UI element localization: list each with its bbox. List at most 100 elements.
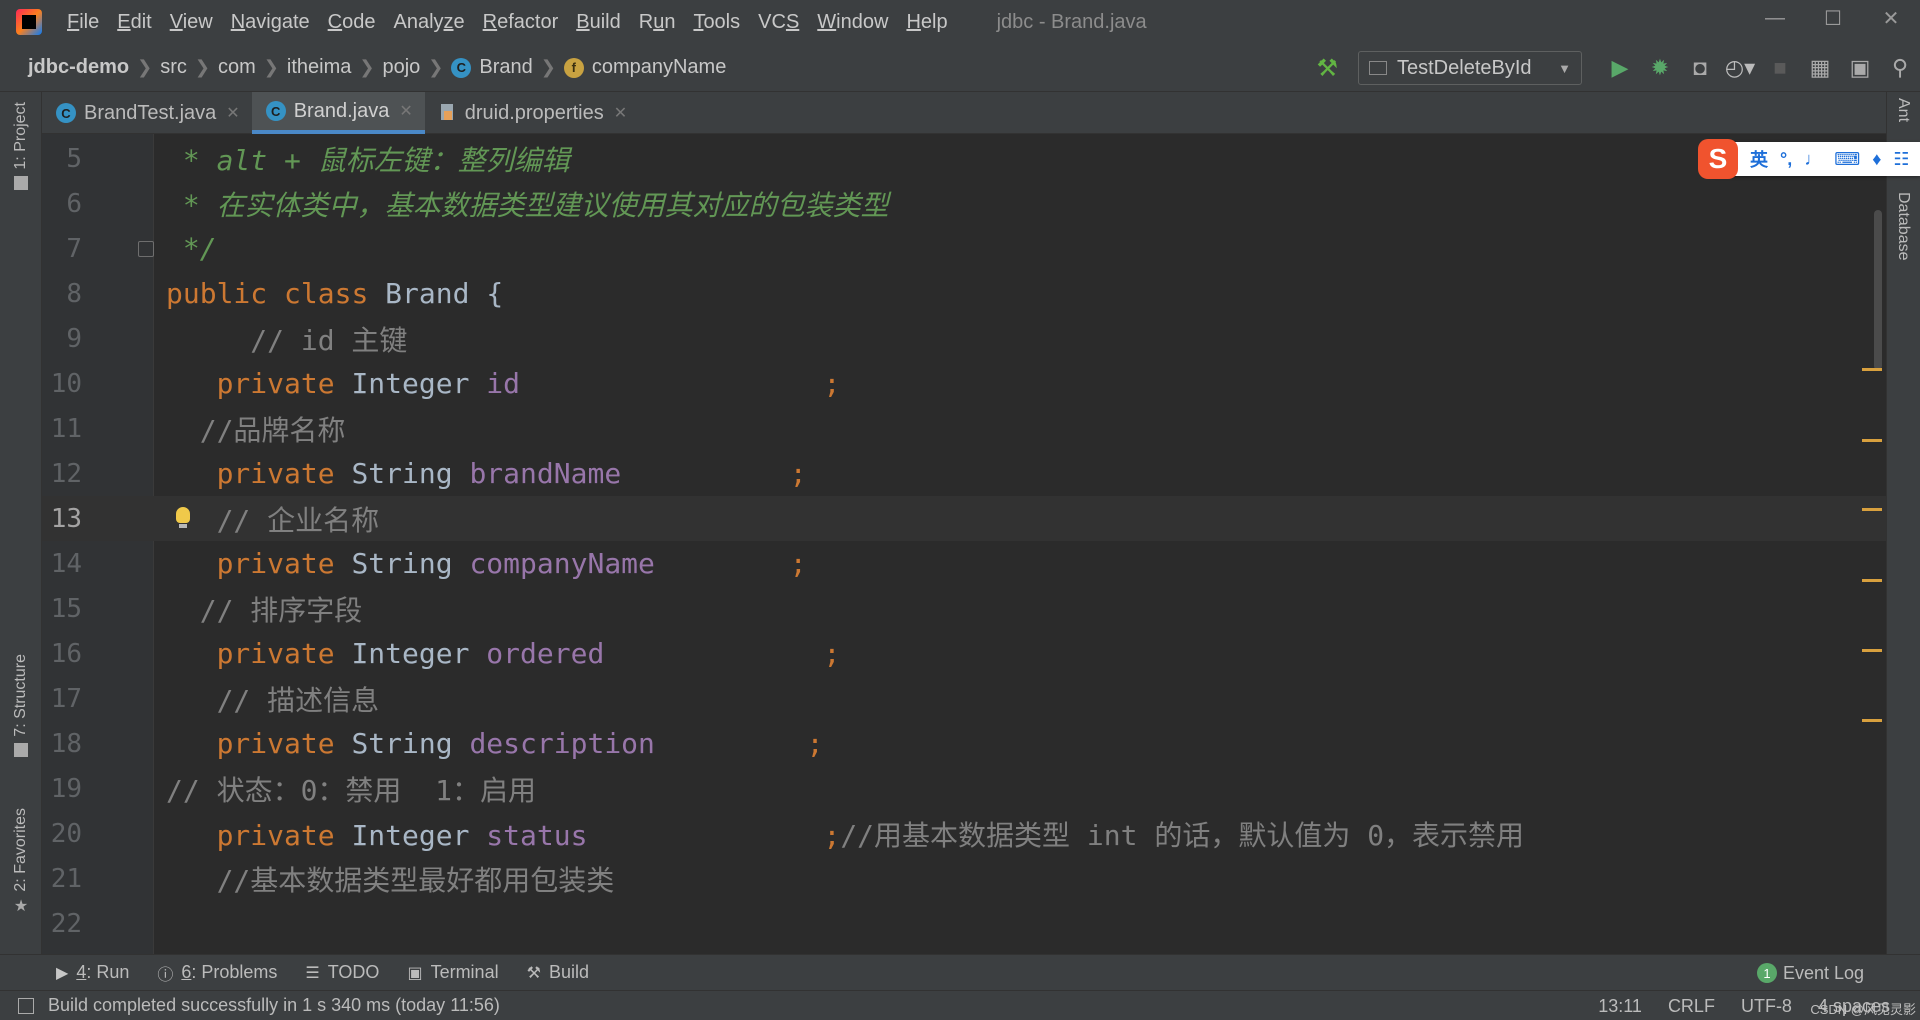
- watermark: CSDN @风见灵影: [1810, 1002, 1916, 1017]
- skin-icon[interactable]: ♦: [1872, 149, 1881, 170]
- chevron-right-icon: ❯: [137, 57, 153, 77]
- breadcrumb-pojo[interactable]: pojo ❯: [382, 56, 451, 79]
- close-tab-icon[interactable]: ✕: [226, 103, 239, 123]
- star-icon: ★: [13, 897, 29, 915]
- code-line: 11 //品牌名称: [50, 413, 346, 447]
- hammer-icon: ⚒: [526, 964, 541, 982]
- caret-position[interactable]: 13:11: [1598, 996, 1642, 1017]
- code-line: 20 private Integer status ;//用基本数据类型 int…: [50, 818, 1525, 852]
- folder-icon: [14, 175, 28, 190]
- breadcrumb-com[interactable]: com ❯: [218, 56, 287, 79]
- tab-druid-properties[interactable]: druid.properties ✕: [425, 92, 639, 134]
- code-line: 21 //基本数据类型最好都用包装类: [50, 863, 615, 897]
- menu-build[interactable]: Build: [567, 11, 629, 34]
- breadcrumb-project[interactable]: jdbc-demo ❯: [28, 56, 160, 79]
- line-separator[interactable]: CRLF: [1668, 996, 1715, 1017]
- menu-code[interactable]: Code: [319, 11, 385, 34]
- code-line: 8 public class Brand {: [66, 277, 504, 310]
- event-log-button[interactable]: 1 Event Log: [1756, 955, 1864, 991]
- menu-file[interactable]: File: [58, 11, 108, 34]
- code-editor[interactable]: 5 * alt + 鼠标左键：整列编辑 6 * 在实体类中，基本数据类型建议使用…: [42, 134, 1886, 954]
- maximize-icon[interactable]: ☐: [1804, 0, 1862, 36]
- menu-analyze[interactable]: Analyze: [384, 11, 473, 34]
- warning-mark[interactable]: [1862, 649, 1882, 652]
- build-tool-button[interactable]: ⚒ Build: [527, 962, 589, 983]
- microphone-icon[interactable]: ♩: [1804, 149, 1822, 170]
- database-tool-tab[interactable]: Database: [1894, 192, 1912, 261]
- terminal-icon: ▣: [407, 964, 423, 982]
- fold-icon[interactable]: [138, 240, 154, 257]
- close-tab-icon[interactable]: ✕: [399, 101, 412, 121]
- coverage-icon[interactable]: ◘: [1680, 48, 1720, 88]
- menu-edit[interactable]: Edit: [108, 11, 160, 34]
- profiler-icon[interactable]: ◴▾: [1720, 48, 1760, 88]
- dropdown-caret-icon: ▼: [1558, 60, 1571, 76]
- editor-tabs: C BrandTest.java ✕ C Brand.java ✕ druid.…: [42, 92, 1886, 134]
- file-encoding[interactable]: UTF-8: [1741, 996, 1792, 1017]
- run-icon: ▶: [56, 964, 69, 982]
- favorites-tool-tab[interactable]: 2: Favorites ★: [0, 808, 42, 916]
- warning-mark[interactable]: [1862, 368, 1882, 371]
- minimize-icon[interactable]: —: [1746, 0, 1804, 36]
- warning-mark[interactable]: [1862, 508, 1882, 511]
- navigation-bar: jdbc-demo ❯ src ❯ com ❯ itheima ❯ pojo ❯ C Bra…: [0, 44, 1920, 92]
- window-title: jdbc - Brand.java: [996, 10, 1147, 33]
- menu-window[interactable]: Window: [808, 11, 897, 34]
- chevron-right-icon: ❯: [263, 57, 279, 77]
- warning-mark[interactable]: [1862, 719, 1882, 722]
- search-icon[interactable]: ⚲: [1880, 48, 1920, 88]
- code-line: 14 private String companyName ;: [50, 547, 807, 580]
- project-structure-icon[interactable]: ▦: [1800, 48, 1840, 88]
- ant-tool-tab[interactable]: Ant: [1894, 98, 1912, 122]
- ime-language-toggle[interactable]: 英: [1750, 146, 1768, 172]
- chevron-right-icon: ❯: [194, 57, 210, 77]
- menu-bar: File Edit View Navigate Code Analyze Ref…: [0, 0, 1920, 44]
- chevron-right-icon: ❯: [540, 57, 556, 77]
- status-message[interactable]: Build completed successfully in 1 s 340 …: [48, 995, 500, 1016]
- project-tool-tab[interactable]: 1: Project: [0, 102, 42, 190]
- properties-file-icon: [439, 104, 457, 122]
- terminal-tool-button[interactable]: ▣ Terminal: [407, 962, 498, 983]
- code-line: 18 private String description ;: [50, 727, 824, 760]
- build-hammer-icon[interactable]: ⚒: [1316, 54, 1338, 83]
- menu-help[interactable]: Help: [897, 11, 956, 34]
- run-configuration-select[interactable]: TestDeleteById ▼: [1358, 51, 1582, 85]
- stop-icon[interactable]: ■: [1760, 48, 1800, 88]
- tool-windows-toggle-icon[interactable]: [18, 997, 34, 1014]
- code-line: 17 // 描述信息: [50, 683, 380, 717]
- structure-tool-tab[interactable]: 7: Structure: [0, 654, 42, 757]
- breadcrumb-field[interactable]: f companyName: [563, 56, 726, 79]
- keyboard-icon[interactable]: ⌨: [1834, 149, 1860, 170]
- menu-refactor[interactable]: Refactor: [474, 11, 568, 34]
- menu-view[interactable]: View: [161, 11, 222, 34]
- run-icon[interactable]: ▶: [1600, 48, 1640, 88]
- breadcrumb-src[interactable]: src ❯: [160, 56, 218, 79]
- code-line: 9 // id 主键: [66, 323, 408, 357]
- warning-mark[interactable]: [1862, 439, 1882, 442]
- menu-run[interactable]: Run: [630, 11, 685, 34]
- problems-tool-button[interactable]: ⓘ 6: Problems: [157, 961, 277, 985]
- sogou-logo-icon[interactable]: S: [1698, 139, 1738, 179]
- left-tool-strip: 1: Project 7: Structure 2: Favorites ★: [0, 92, 42, 954]
- close-tab-icon[interactable]: ✕: [614, 103, 627, 123]
- presentation-icon[interactable]: ▣: [1840, 48, 1880, 88]
- punctuation-icon[interactable]: °,: [1780, 149, 1792, 170]
- menu-navigate[interactable]: Navigate: [222, 11, 319, 34]
- tab-brand[interactable]: C Brand.java ✕: [251, 92, 425, 134]
- menu-vcs[interactable]: VCS: [749, 11, 808, 34]
- menu-grid-icon[interactable]: ☷: [1893, 149, 1909, 170]
- close-icon[interactable]: ✕: [1862, 0, 1920, 36]
- warning-mark[interactable]: [1862, 579, 1882, 582]
- breadcrumb-itheima[interactable]: itheima ❯: [287, 56, 383, 79]
- run-tool-button[interactable]: ▶ 4: Run: [56, 962, 129, 983]
- tab-brandtest[interactable]: C BrandTest.java ✕: [42, 92, 252, 134]
- menu-tools[interactable]: Tools: [684, 11, 749, 34]
- todo-tool-button[interactable]: ☰ TODO: [305, 962, 379, 983]
- breadcrumb-class[interactable]: C Brand ❯: [451, 56, 563, 79]
- class-icon: C: [56, 103, 76, 123]
- debug-icon[interactable]: ✹: [1640, 48, 1680, 88]
- class-icon: C: [451, 57, 472, 78]
- status-bar: Build completed successfully in 1 s 340 …: [0, 990, 1920, 1020]
- window-controls: — ☐ ✕: [1746, 0, 1920, 36]
- code-line: 10 private Integer id ;: [50, 367, 841, 400]
